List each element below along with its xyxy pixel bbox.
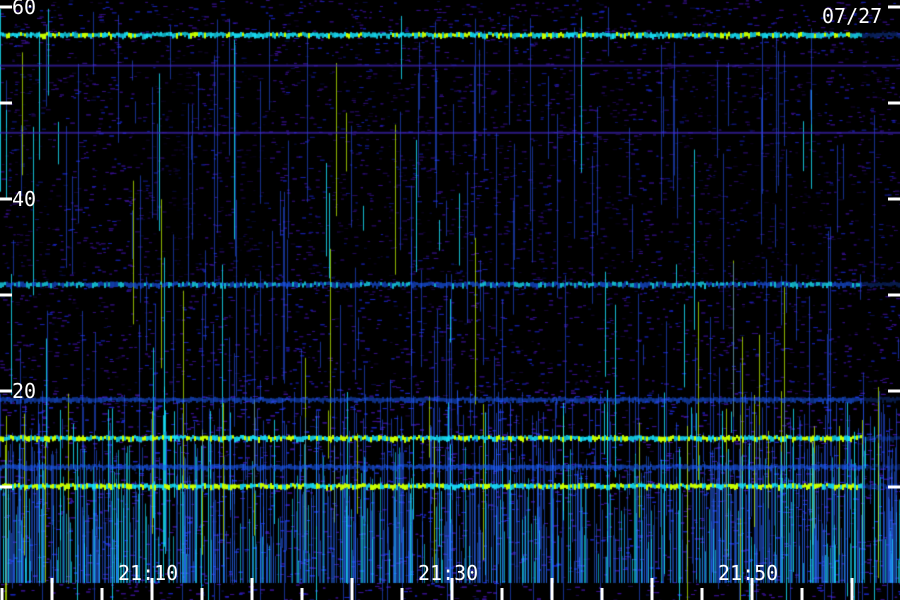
x-tick-label-2110: 21:10 xyxy=(118,561,178,585)
y-tick-label-20: 20 xyxy=(12,379,36,403)
y-tick-labels: 60 40 20 xyxy=(12,0,36,403)
date-label: 07/27 xyxy=(822,4,882,28)
y-ticks xyxy=(0,5,900,489)
x-tick-label-2150: 21:50 xyxy=(718,561,778,585)
y-tick-label-40: 40 xyxy=(12,187,36,211)
y-tick-label-60: 60 xyxy=(12,0,36,19)
x-tick-label-2130: 21:30 xyxy=(418,561,478,585)
axis-overlay: 60 40 20 21:10 21:30 21:50 07/27 xyxy=(0,0,900,600)
x-tick-labels: 21:10 21:30 21:50 xyxy=(118,561,778,585)
